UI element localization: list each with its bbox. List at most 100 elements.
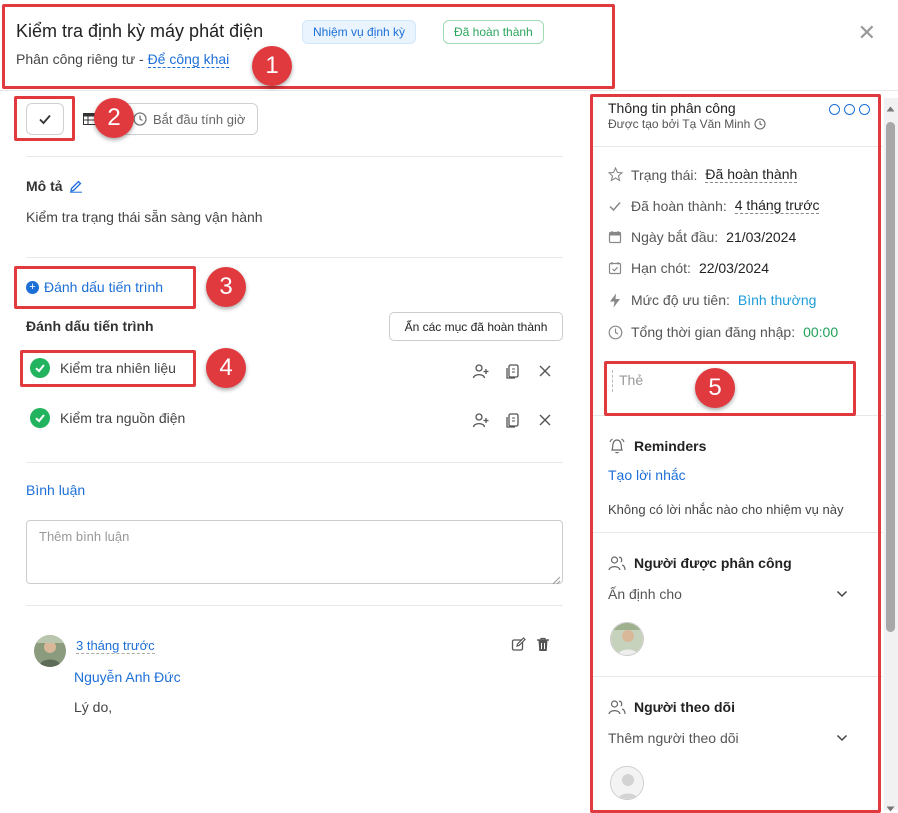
status-row: Trạng thái: Đã hoàn thành xyxy=(607,166,798,183)
status-badge: Đã hoàn thành xyxy=(443,20,544,44)
divider xyxy=(593,415,883,416)
edit-comment-icon[interactable] xyxy=(511,637,526,655)
checklist-item-label: Kiểm tra nhiên liệu xyxy=(60,360,176,376)
divider xyxy=(593,146,883,147)
clock-icon xyxy=(607,324,623,340)
divider xyxy=(26,257,563,258)
start-timer-label: Bắt đầu tính giờ xyxy=(153,111,246,127)
star-icon xyxy=(607,167,623,183)
assignees-select-label: Ấn định cho xyxy=(608,586,682,602)
scroll-up-icon[interactable] xyxy=(886,99,895,115)
checklist-item-label: Kiểm tra nguồn điện xyxy=(60,410,186,426)
due-date-label: Hạn chót: xyxy=(631,260,691,276)
reminders-title: Reminders xyxy=(634,438,707,454)
checklist-item-actions xyxy=(472,362,554,380)
followers-select[interactable]: Thêm người theo dõi xyxy=(608,730,848,746)
panel-title: Thông tin phân công xyxy=(608,100,736,116)
tag-input[interactable]: Thẻ xyxy=(612,370,643,392)
created-by-text: Được tạo bởi Tạ Văn Minh xyxy=(608,117,751,131)
scrollbar-thumb[interactable] xyxy=(886,122,895,632)
checklist-item[interactable]: Kiểm tra nhiên liệu xyxy=(30,358,176,378)
make-public-link[interactable]: Để công khai xyxy=(147,51,230,68)
remove-icon[interactable] xyxy=(536,362,554,380)
calendar-icon xyxy=(607,229,623,245)
clock-icon xyxy=(133,112,147,126)
avatar xyxy=(34,635,66,667)
status-label: Trạng thái: xyxy=(631,166,698,183)
comment-time[interactable]: 3 tháng trước xyxy=(76,638,155,654)
no-reminders-text: Không có lời nhắc nào cho nhiệm vụ này xyxy=(608,502,844,517)
assign-user-icon[interactable] xyxy=(472,362,490,380)
assign-user-icon[interactable] xyxy=(472,411,490,429)
highlight-box-1 xyxy=(2,4,615,89)
total-time-row: Tổng thời gian đăng nhập: 00:00 xyxy=(607,324,838,340)
lightning-icon xyxy=(607,292,623,308)
chevron-down-icon xyxy=(836,590,848,598)
step-marker-2: 2 xyxy=(94,98,134,138)
close-icon[interactable]: ✕ xyxy=(858,20,876,46)
assignment-prefix: Phân công riêng tư - xyxy=(16,51,144,67)
priority-row: Mức độ ưu tiên: Bình thường xyxy=(607,292,816,308)
check-icon xyxy=(607,198,623,214)
hide-completed-button[interactable]: Ẩn các mục đã hoàn thành xyxy=(389,312,563,341)
comment-input[interactable]: Thêm bình luận xyxy=(26,520,563,584)
priority-label: Mức độ ưu tiên: xyxy=(631,292,730,308)
start-date-value[interactable]: 21/03/2024 xyxy=(726,229,796,245)
task-title: Kiểm tra định kỳ máy phát điện xyxy=(16,21,264,41)
assignee-avatar[interactable] xyxy=(610,622,644,656)
calendar-check-icon xyxy=(607,260,623,276)
step-marker-5: 5 xyxy=(695,368,735,408)
comment-text: Lý do, xyxy=(74,699,113,715)
divider xyxy=(593,532,883,533)
check-circle-icon[interactable] xyxy=(30,358,50,378)
created-by: Được tạo bởi Tạ Văn Minh xyxy=(608,117,766,131)
mark-complete-button[interactable] xyxy=(26,103,64,135)
start-date-label: Ngày bắt đầu: xyxy=(631,229,719,245)
progress-section-title: Đánh dấu tiến trình xyxy=(26,318,154,334)
check-icon xyxy=(39,114,51,125)
divider xyxy=(26,156,563,157)
followers-header: Người theo dõi xyxy=(608,699,735,715)
completed-row: Đã hoàn thành: 4 tháng trước xyxy=(607,197,820,214)
check-circle-icon[interactable] xyxy=(30,408,50,428)
completed-value: 4 tháng trước xyxy=(734,197,820,214)
add-progress-label: Đánh dấu tiến trình xyxy=(44,279,164,295)
task-type-badge: Nhiệm vụ định kỳ xyxy=(302,20,417,44)
add-progress-button[interactable]: + Đánh dấu tiến trình xyxy=(26,279,163,295)
start-timer-button[interactable]: Bắt đầu tính giờ xyxy=(122,103,258,135)
more-options-icon[interactable] xyxy=(829,104,870,115)
step-marker-4: 4 xyxy=(206,348,246,388)
delete-comment-icon[interactable] xyxy=(536,637,550,655)
divider xyxy=(593,676,883,677)
followers-select-label: Thêm người theo dõi xyxy=(608,730,739,746)
description-text: Kiểm tra trạng thái sẵn sàng vận hành xyxy=(26,209,263,225)
resize-handle-icon[interactable] xyxy=(552,572,561,588)
status-value[interactable]: Đã hoàn thành xyxy=(705,166,798,183)
header-divider xyxy=(0,90,898,91)
comment-author[interactable]: Nguyễn Anh Đức xyxy=(74,669,181,685)
assignees-select[interactable]: Ấn định cho xyxy=(608,586,848,602)
remove-icon[interactable] xyxy=(536,411,554,429)
edit-icon[interactable] xyxy=(69,179,83,193)
reminders-header: Reminders xyxy=(608,437,706,455)
divider xyxy=(26,462,563,463)
copy-icon[interactable] xyxy=(504,362,522,380)
checklist-item[interactable]: Kiểm tra nguồn điện xyxy=(30,408,185,428)
divider xyxy=(26,605,563,606)
follower-avatar[interactable] xyxy=(610,766,644,800)
scroll-down-icon[interactable] xyxy=(886,799,895,813)
description-label: Mô tả xyxy=(26,178,63,194)
comments-title: Bình luận xyxy=(26,482,86,498)
create-reminder-link[interactable]: Tạo lời nhắc xyxy=(608,467,686,483)
users-icon xyxy=(608,700,626,715)
due-date-row: Hạn chót: 22/03/2024 xyxy=(607,260,769,276)
chevron-down-icon xyxy=(836,734,848,742)
clock-icon xyxy=(754,118,766,130)
start-date-row: Ngày bắt đầu: 21/03/2024 xyxy=(607,229,796,245)
description-header: Mô tả xyxy=(26,178,83,194)
users-icon xyxy=(608,556,626,571)
copy-icon[interactable] xyxy=(504,411,522,429)
checklist-item-actions xyxy=(472,411,554,429)
priority-value[interactable]: Bình thường xyxy=(738,292,817,308)
due-date-value[interactable]: 22/03/2024 xyxy=(699,260,769,276)
